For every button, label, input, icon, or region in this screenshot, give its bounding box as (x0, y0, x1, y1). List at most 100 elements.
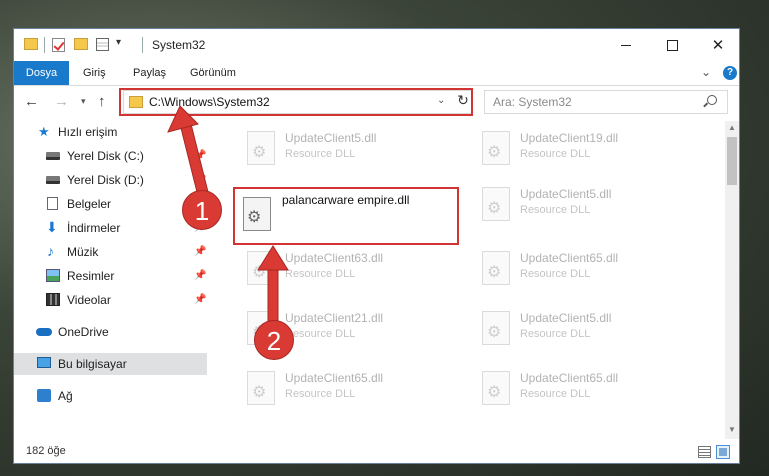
close-button[interactable]: ✕ (695, 29, 741, 61)
tab-share[interactable]: Paylaş (133, 61, 166, 85)
sidebar-item-label: Videolar (67, 293, 111, 307)
tab-home[interactable]: Giriş (83, 61, 106, 85)
dll-file-icon: ⚙ (247, 371, 275, 405)
window-title: System32 (152, 38, 206, 52)
file-type: Resource DLL (520, 388, 591, 400)
separator (142, 37, 143, 53)
file-type: Resource DLL (520, 148, 591, 160)
dll-file-icon: ⚙ (482, 371, 510, 405)
dll-file-icon: ⚙ (243, 197, 271, 231)
sidebar-item-label: Müzik (67, 245, 99, 259)
explorer-window: ▾ System32 ✕ Dosya Giriş Paylaş Görünüm … (13, 28, 740, 464)
step-badge-2: 2 (254, 320, 294, 360)
chevron-down-icon[interactable]: ▾ (116, 37, 121, 48)
star-icon: ★ (38, 124, 50, 139)
up-button[interactable]: ↑ (98, 93, 106, 110)
file-type: Resource DLL (520, 204, 591, 216)
search-input[interactable]: Ara: System32 (484, 90, 728, 114)
network-icon (37, 389, 51, 402)
file-name: UpdateClient5.dll (285, 131, 377, 145)
sidebar-item-label: Belgeler (67, 197, 112, 211)
file-type: Resource DLL (520, 328, 591, 340)
recent-locations-button[interactable]: ▾ (81, 96, 86, 107)
sidebar-item-network[interactable]: Ağ (14, 385, 207, 407)
file-item[interactable]: ⚙ UpdateClient19.dll Resource DLL (472, 129, 692, 173)
sidebar-item-videos[interactable]: Videolar 📌 (14, 289, 207, 311)
minimize-button[interactable] (603, 29, 649, 61)
dll-file-icon: ⚙ (247, 131, 275, 165)
file-type: Resource DLL (285, 328, 356, 340)
dll-file-icon: ⚙ (482, 251, 510, 285)
arrow-head (167, 105, 199, 133)
new-folder-icon[interactable] (74, 38, 88, 50)
sidebar-item-label: Resimler (67, 269, 115, 283)
large-icons-view-icon[interactable] (716, 445, 730, 459)
forward-button[interactable]: → (54, 93, 69, 110)
gear-icon: ⚙ (252, 144, 267, 161)
file-name: UpdateClient65.dll (520, 371, 619, 385)
details-view-icon[interactable] (698, 446, 711, 458)
sidebar-item-label: Yerel Disk (D:) (67, 173, 144, 187)
step-badge-1: 1 (182, 190, 222, 230)
drive-icon (46, 152, 60, 160)
file-type: Resource DLL (285, 388, 356, 400)
file-type: Resource DLL (285, 148, 356, 160)
tab-file[interactable]: Dosya (14, 61, 69, 85)
item-count: 182 öğe (26, 445, 66, 457)
sidebar-item-downloads[interactable]: ⬇ İndirmeler 📌 (14, 217, 207, 239)
highlighted-file-item[interactable]: ⚙ palancarware empire.dll (233, 187, 459, 245)
status-bar: 182 öğe (14, 441, 739, 463)
file-item[interactable]: ⚙ UpdateClient5.dll Resource DLL (472, 185, 692, 229)
dll-file-icon: ⚙ (482, 187, 510, 221)
sidebar-item-this-pc[interactable]: Bu bilgisayar (14, 353, 207, 375)
back-button[interactable]: ← (24, 93, 39, 110)
drive-icon (46, 176, 60, 184)
ribbon: Dosya Giriş Paylaş Görünüm ⌄ ? (14, 61, 739, 86)
chevron-down-icon[interactable]: ⌄ (701, 65, 711, 79)
sidebar-item-label: Yerel Disk (C:) (67, 149, 144, 163)
file-item[interactable]: ⚙ UpdateClient5.dll Resource DLL (472, 309, 692, 353)
scrollbar-thumb[interactable] (727, 137, 737, 185)
file-name: UpdateClient5.dll (520, 187, 612, 201)
sidebar-item-label: İndirmeler (67, 221, 121, 235)
search-placeholder: Ara: System32 (493, 95, 572, 109)
vertical-scrollbar[interactable]: ▲ ▼ (725, 121, 739, 439)
sidebar-item-label: Hızlı erişim (58, 125, 118, 139)
sidebar-item-pictures[interactable]: Resimler 📌 (14, 265, 207, 287)
file-item[interactable]: ⚙ UpdateClient65.dll Resource DLL (472, 369, 692, 413)
pin-icon: 📌 (194, 270, 207, 281)
file-item[interactable]: ⚙ UpdateClient65.dll Resource DLL (472, 249, 692, 293)
gear-icon: ⚙ (487, 200, 502, 217)
sidebar-item-onedrive[interactable]: OneDrive (14, 321, 207, 343)
file-name: UpdateClient65.dll (520, 251, 619, 265)
computer-icon (37, 357, 51, 368)
folder-icon[interactable] (24, 38, 38, 50)
scroll-down-icon[interactable]: ▼ (728, 425, 736, 434)
properties-icon[interactable] (96, 38, 109, 51)
gear-icon: ⚙ (487, 384, 502, 401)
file-item[interactable]: ⚙ UpdateClient5.dll Resource DLL (237, 129, 457, 173)
video-icon (46, 293, 60, 306)
file-name: UpdateClient65.dll (285, 371, 384, 385)
file-name: UpdateClient5.dll (520, 311, 612, 325)
file-name: palancarware empire.dll (282, 193, 410, 207)
arrow-head (257, 245, 289, 271)
help-button[interactable]: ? (723, 66, 737, 80)
maximize-button[interactable] (649, 29, 695, 61)
file-type: Resource DLL (285, 268, 356, 280)
document-icon (47, 197, 58, 210)
download-icon: ⬇ (46, 219, 58, 235)
sidebar-item-label: OneDrive (58, 325, 109, 339)
file-item[interactable]: ⚙ UpdateClient65.dll Resource DLL (237, 369, 457, 413)
navigation-bar: ← → ▾ ↑ C:\Windows\System32 ⌄ ↻ Ara: Sys… (14, 86, 739, 118)
scroll-up-icon[interactable]: ▲ (728, 123, 736, 132)
separator (44, 37, 45, 53)
sidebar-item-music[interactable]: ♪ Müzik 📌 (14, 241, 207, 263)
file-name: UpdateClient21.dll (285, 311, 384, 325)
search-icon[interactable] (707, 95, 717, 105)
dll-file-icon: ⚙ (482, 311, 510, 345)
music-icon: ♪ (47, 243, 54, 259)
file-name: UpdateClient19.dll (520, 131, 619, 145)
tab-view[interactable]: Görünüm (190, 61, 236, 85)
properties-check-icon[interactable] (52, 38, 65, 52)
